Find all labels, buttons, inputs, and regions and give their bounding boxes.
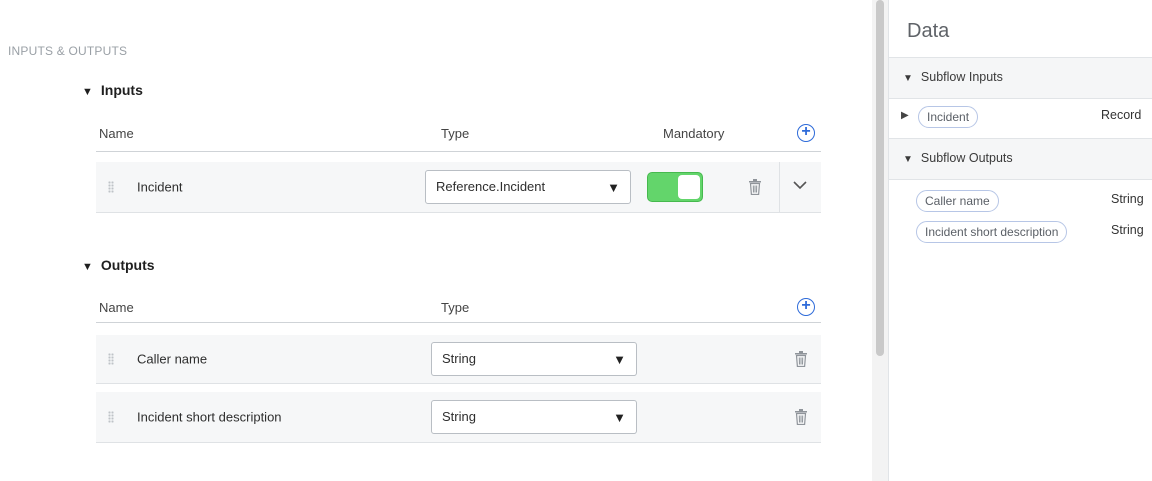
input-row: Incident Reference.Incident ▼ [96, 162, 821, 213]
collapse-triangle-icon: ▼ [903, 154, 913, 165]
expand-triangle-icon[interactable]: ▶ [901, 110, 909, 121]
subflow-outputs-label: Subflow Outputs [920, 151, 1013, 165]
drag-handle-icon[interactable] [108, 181, 114, 193]
output-type-select[interactable]: String ▼ [431, 400, 637, 434]
data-type-label: Record [1101, 108, 1142, 122]
data-type-label: String [1111, 192, 1144, 206]
subflow-inputs-header[interactable]: ▼ Subflow Inputs [889, 57, 1152, 99]
inputs-header-divider [96, 151, 821, 152]
collapse-triangle-icon: ▼ [82, 261, 93, 273]
collapse-triangle-icon: ▼ [903, 73, 913, 84]
inputs-toggle[interactable]: ▼ Inputs [82, 82, 143, 98]
caret-down-icon: ▼ [613, 352, 626, 367]
inputs-col-mandatory: Mandatory [663, 126, 725, 141]
toggle-knob [678, 175, 700, 199]
caret-down-icon: ▼ [613, 410, 626, 425]
trash-icon[interactable] [749, 179, 761, 195]
data-pill-caller-name[interactable]: Caller name [916, 190, 999, 212]
drag-handle-icon[interactable] [108, 353, 114, 365]
add-output-button[interactable]: + [797, 298, 815, 316]
output-type-value: String [442, 409, 476, 424]
inputs-col-name: Name [99, 126, 134, 141]
add-input-button[interactable]: + [797, 124, 815, 142]
subflow-outputs-header[interactable]: ▼ Subflow Outputs [889, 138, 1152, 180]
input-name[interactable]: Incident [137, 180, 183, 195]
inputs-heading: Inputs [100, 82, 143, 98]
outputs-heading: Outputs [100, 257, 155, 273]
subflow-inputs-label: Subflow Inputs [920, 70, 1003, 84]
collapse-triangle-icon: ▼ [82, 86, 93, 98]
data-type-label: String [1111, 223, 1144, 237]
outputs-toggle[interactable]: ▼ Outputs [82, 257, 155, 273]
trash-icon[interactable] [795, 409, 807, 425]
output-row: Incident short description String ▼ [96, 392, 821, 443]
input-type-select[interactable]: Reference.Incident ▼ [425, 170, 631, 204]
row-separator [779, 162, 780, 212]
chevron-down-icon[interactable] [793, 181, 807, 190]
section-title: INPUTS & OUTPUTS [8, 44, 128, 58]
output-type-select[interactable]: String ▼ [431, 342, 637, 376]
trash-icon[interactable] [795, 351, 807, 367]
inputs-col-type: Type [441, 126, 470, 141]
input-type-value: Reference.Incident [436, 179, 546, 194]
mandatory-toggle[interactable] [647, 172, 703, 202]
output-row: Caller name String ▼ [96, 335, 821, 384]
outputs-col-type: Type [441, 300, 470, 315]
data-pill-incident[interactable]: Incident [918, 106, 979, 128]
data-pill-incident-short-description[interactable]: Incident short description [916, 221, 1068, 243]
caret-down-icon: ▼ [607, 180, 620, 195]
output-name[interactable]: Incident short description [137, 410, 282, 425]
outputs-header-divider [96, 322, 821, 323]
data-panel-title: Data [907, 20, 950, 42]
outputs-col-name: Name [99, 300, 134, 315]
scrollbar-thumb[interactable] [876, 0, 884, 356]
drag-handle-icon[interactable] [108, 411, 114, 423]
output-name[interactable]: Caller name [137, 352, 207, 367]
output-type-value: String [442, 351, 476, 366]
